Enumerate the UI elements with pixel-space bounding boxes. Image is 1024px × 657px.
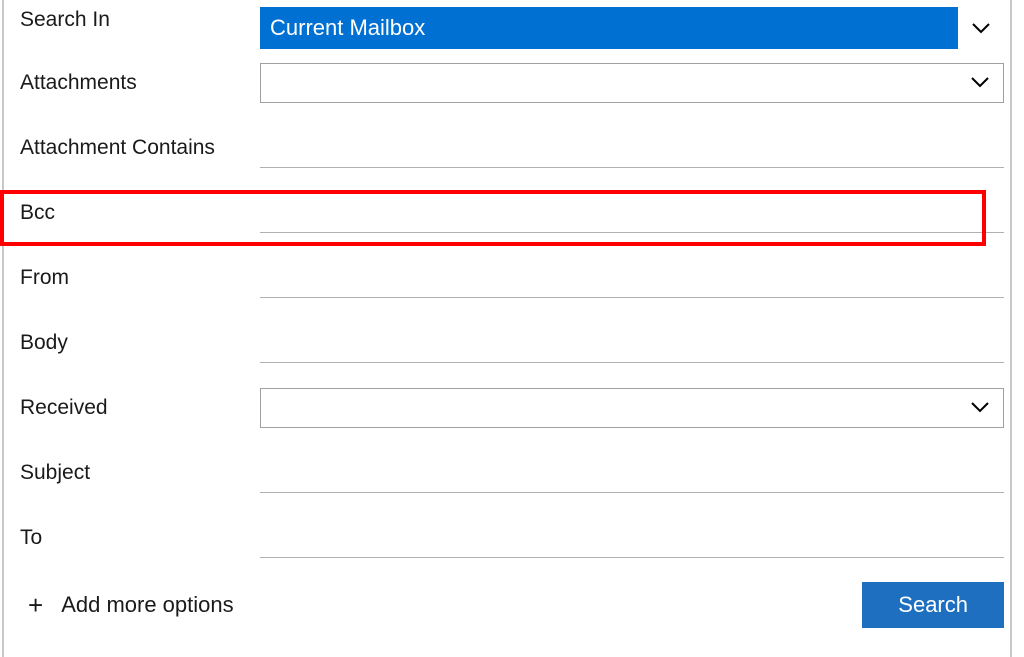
search-button[interactable]: Search [862, 582, 1004, 628]
chevron-down-icon [957, 64, 1003, 102]
chevron-down-icon [957, 389, 1003, 427]
input-attachment-contains[interactable] [260, 138, 1004, 168]
dropdown-search-in-value: Current Mailbox [260, 7, 958, 49]
row-from: From [0, 245, 1024, 310]
label-bcc: Bcc [20, 201, 260, 225]
right-divider [1010, 0, 1012, 657]
row-subject: Subject [0, 440, 1024, 505]
add-more-label: Add more options [61, 592, 233, 618]
row-bcc: Bcc [0, 180, 1024, 245]
input-subject[interactable] [260, 463, 1004, 493]
dropdown-attachments-value [261, 77, 957, 89]
label-subject: Subject [20, 461, 260, 485]
label-from: From [20, 266, 260, 290]
row-attachment-contains: Attachment Contains [0, 115, 1024, 180]
plus-icon: + [28, 590, 43, 621]
add-more-options-button[interactable]: + Add more options [28, 590, 234, 621]
label-search-in: Search In [20, 8, 260, 32]
input-body[interactable] [260, 333, 1004, 363]
left-divider [2, 0, 4, 657]
row-received: Received [0, 375, 1024, 440]
label-to: To [20, 526, 260, 550]
advanced-search-form: Search In Current Mailbox Attachments At… [0, 0, 1024, 628]
dropdown-search-in[interactable]: Current Mailbox [260, 8, 1004, 48]
row-attachments: Attachments [0, 50, 1024, 115]
actions-row: + Add more options Search [0, 582, 1024, 628]
dropdown-attachments[interactable] [260, 63, 1004, 103]
dropdown-received[interactable] [260, 388, 1004, 428]
label-attachments: Attachments [20, 71, 260, 95]
row-to: To [0, 505, 1024, 570]
chevron-down-icon [958, 8, 1004, 48]
input-bcc[interactable] [260, 203, 1004, 233]
row-body: Body [0, 310, 1024, 375]
row-search-in: Search In Current Mailbox [0, 0, 1024, 50]
input-to[interactable] [260, 528, 1004, 558]
label-body: Body [20, 331, 260, 355]
label-received: Received [20, 396, 260, 420]
label-attachment-contains: Attachment Contains [20, 136, 260, 160]
input-from[interactable] [260, 268, 1004, 298]
dropdown-received-value [261, 402, 957, 414]
